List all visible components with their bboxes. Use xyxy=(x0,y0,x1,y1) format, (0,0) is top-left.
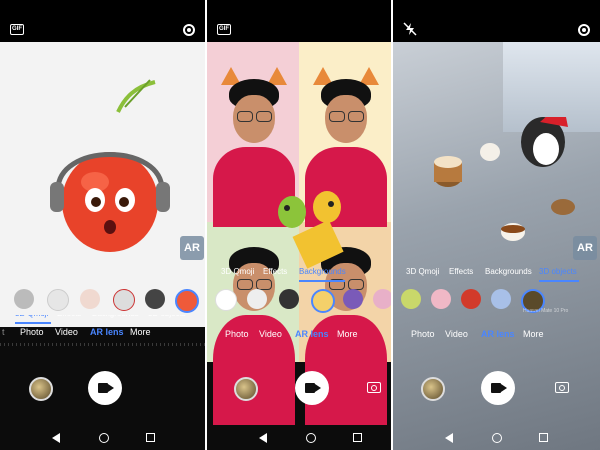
camera-icon[interactable] xyxy=(367,382,381,393)
ar-toggle-button[interactable]: AR xyxy=(180,236,204,260)
watermark-text: Huawei Mate 10 Pro xyxy=(523,308,569,314)
camera-mode-video[interactable]: Video xyxy=(445,329,468,339)
recents-icon[interactable] xyxy=(539,433,548,442)
camera-mode-ar-lens[interactable]: AR lens xyxy=(481,329,515,339)
tab-3d-qmoji[interactable]: 3D Qmoji xyxy=(221,267,254,276)
recents-icon[interactable] xyxy=(353,433,362,442)
giraffe-sticker-icon xyxy=(278,191,344,269)
camera-mode-photo[interactable]: Photo xyxy=(225,329,249,339)
galaxy-sticker-icon[interactable] xyxy=(343,289,363,309)
gif-button[interactable]: GIF xyxy=(217,24,231,35)
sparkle-sticker-icon[interactable] xyxy=(373,289,391,309)
bowl-sticker-icon[interactable] xyxy=(491,289,511,309)
gallery-thumbnail[interactable] xyxy=(421,377,445,401)
camera-mode-photo[interactable]: Photo xyxy=(20,327,44,337)
husky-sticker-icon[interactable] xyxy=(14,289,34,309)
nav-bar xyxy=(207,428,391,450)
gif-button[interactable]: GIF xyxy=(10,24,24,35)
camera-mode-more[interactable]: More xyxy=(337,329,358,339)
astronaut-sticker-icon[interactable] xyxy=(113,289,135,311)
cup-sticker-icon[interactable] xyxy=(401,289,421,309)
tab-3d-objects[interactable]: 3D objects xyxy=(539,267,577,276)
active-tab-underline xyxy=(299,280,345,282)
panel-backgrounds: GIF 3D Qmoji Effects Backgrounds Photo V… xyxy=(207,0,391,450)
camera-icon[interactable] xyxy=(555,382,569,393)
home-icon[interactable] xyxy=(306,433,316,443)
tomato-sticker-icon[interactable] xyxy=(175,289,199,313)
record-button[interactable] xyxy=(88,371,122,405)
love-sticker-icon[interactable] xyxy=(215,289,237,311)
bird-sticker-icon[interactable] xyxy=(431,289,451,309)
tab-backgrounds[interactable]: Backgrounds xyxy=(299,267,346,276)
object-sticker-row xyxy=(393,285,600,315)
panel-qmoji: GIF AR 3D Qmoji Effects xyxy=(0,0,205,450)
tab-effects[interactable]: Effects xyxy=(449,267,473,276)
nav-bar xyxy=(0,428,205,450)
active-tab-underline xyxy=(539,280,579,282)
mode-ticks xyxy=(0,343,205,346)
shutter-controls xyxy=(207,350,391,430)
home-icon[interactable] xyxy=(492,433,502,443)
camera-mode-photo[interactable]: Photo xyxy=(411,329,435,339)
film-sticker-icon[interactable] xyxy=(279,289,299,309)
camera-mode-video[interactable]: Video xyxy=(259,329,282,339)
rainbow-sticker-icon[interactable] xyxy=(311,289,335,313)
back-icon[interactable] xyxy=(259,433,267,443)
ar-mode-tabs: 3D Qmoji Effects Backgrounds 3D objects xyxy=(393,262,600,284)
sticker-row xyxy=(0,285,205,315)
tab-effects[interactable]: Effects xyxy=(263,267,287,276)
shutter-controls xyxy=(0,350,205,430)
shutter-controls xyxy=(393,350,600,430)
top-bar: GIF xyxy=(207,0,391,42)
cherry-qmoji-icon xyxy=(50,79,170,252)
camera-mode-ar-lens[interactable]: AR lens xyxy=(90,327,124,337)
home-icon[interactable] xyxy=(99,433,109,443)
gallery-thumbnail[interactable] xyxy=(234,377,258,401)
penguin-sticker-icon[interactable] xyxy=(145,289,165,309)
back-icon[interactable] xyxy=(52,433,60,443)
tab-backgrounds[interactable]: Backgrounds xyxy=(485,267,532,276)
camera-mode-strip: Photo Video AR lens More xyxy=(207,322,391,348)
settings-gear-icon[interactable] xyxy=(578,24,590,36)
camera-mode-partial[interactable]: t xyxy=(2,327,5,337)
cat-sticker-icon[interactable] xyxy=(47,289,69,311)
settings-gear-icon[interactable] xyxy=(183,24,195,36)
background-sticker-row xyxy=(207,285,391,315)
back-icon[interactable] xyxy=(445,433,453,443)
record-button[interactable] xyxy=(481,371,515,405)
tab-3d-qmoji[interactable]: 3D Qmoji xyxy=(406,267,439,276)
camera-mode-more[interactable]: More xyxy=(523,329,544,339)
umbrella-sticker-icon[interactable] xyxy=(461,289,481,309)
flash-off-icon[interactable] xyxy=(403,22,417,36)
panel-3d-objects: AR 3D Qmoji Effects Backgrounds 3D objec… xyxy=(393,0,600,450)
recents-icon[interactable] xyxy=(146,433,155,442)
ar-toggle-button[interactable]: AR xyxy=(573,236,597,260)
emoji-sticker-icon[interactable] xyxy=(247,289,267,309)
camera-mode-strip: Photo Video AR lens More xyxy=(393,322,600,348)
3d-objects-icon xyxy=(434,117,575,241)
camera-mode-video[interactable]: Video xyxy=(55,327,78,337)
rabbit-sticker-icon[interactable] xyxy=(80,289,100,309)
gallery-thumbnail[interactable] xyxy=(29,377,53,401)
camera-mode-ar-lens[interactable]: AR lens xyxy=(295,329,329,339)
screenshot-collage: GIF AR 3D Qmoji Effects xyxy=(0,0,600,450)
top-bar xyxy=(393,0,600,42)
nav-bar xyxy=(393,428,600,450)
record-button[interactable] xyxy=(295,371,329,405)
top-bar: GIF xyxy=(0,0,205,42)
camera-mode-more[interactable]: More xyxy=(130,327,151,337)
ar-mode-tabs: 3D Qmoji Effects Backgrounds xyxy=(207,262,391,284)
